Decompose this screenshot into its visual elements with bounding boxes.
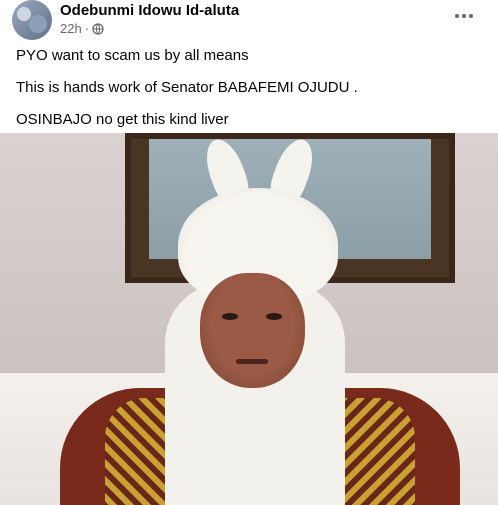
post-text: PYO want to scam us by all means This is… [16, 46, 482, 142]
facebook-post: Odebunmi Idowu Id-aluta 22h · PYO want t… [0, 0, 498, 505]
avatar[interactable] [12, 0, 52, 40]
face [200, 273, 305, 388]
more-options-icon[interactable] [452, 6, 476, 26]
post-meta: 22h · [60, 21, 104, 36]
post-header: Odebunmi Idowu Id-aluta 22h · [0, 0, 498, 40]
timestamp[interactable]: 22h [60, 21, 82, 36]
post-photo[interactable] [0, 133, 498, 505]
post-line: PYO want to scam us by all means [16, 47, 249, 64]
post-line: This is hands work of Senator BABAFEMI O… [16, 79, 358, 96]
globe-icon [92, 22, 104, 35]
author-name[interactable]: Odebunmi Idowu Id-aluta [60, 2, 239, 19]
post-line: OSINBAJO no get this kind liver [16, 111, 229, 128]
